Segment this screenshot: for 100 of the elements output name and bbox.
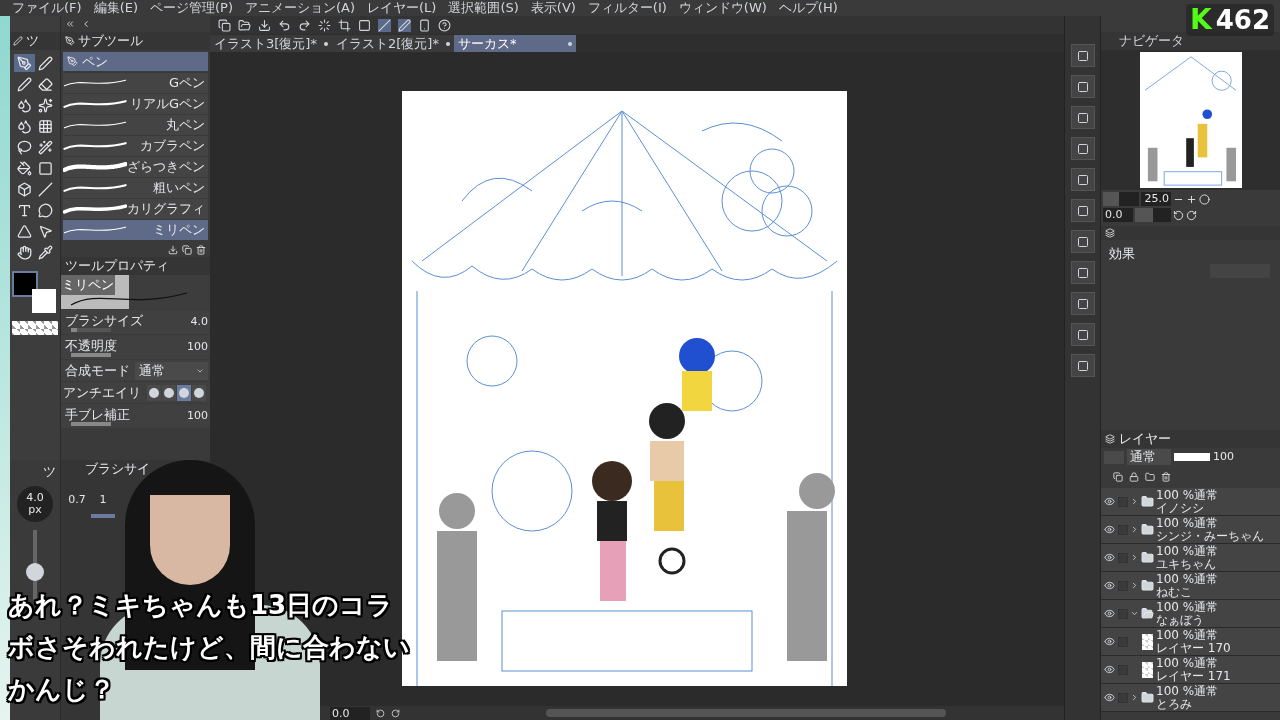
menu-item[interactable]: 表示(V) [530, 0, 576, 16]
document-tab[interactable]: イラスト3[復元]* [210, 35, 332, 52]
property-slider-fill[interactable] [71, 352, 111, 357]
spray-icon[interactable] [17, 97, 32, 113]
zoom-in-icon[interactable] [1186, 193, 1197, 205]
magic-wand-icon[interactable] [38, 139, 53, 155]
subtool-group[interactable]: ペン [63, 52, 208, 71]
pointer-icon[interactable] [38, 223, 53, 239]
square-icon[interactable] [358, 18, 371, 32]
layer-name[interactable]: シンジ・みーちゃん [1156, 529, 1264, 543]
antialias-option[interactable] [162, 384, 176, 401]
layer-name[interactable]: レイヤー 171 [1156, 669, 1231, 683]
cube-icon[interactable] [17, 181, 32, 197]
visibility-icon[interactable] [1104, 608, 1115, 619]
eraser-icon[interactable] [38, 76, 53, 92]
undo-icon[interactable] [278, 18, 291, 32]
blend-mode-dropdown[interactable]: 通常 [1127, 449, 1171, 465]
crop-icon[interactable] [338, 18, 351, 32]
brush-item[interactable]: 粗いペン [63, 178, 208, 198]
speech-bubble-icon[interactable] [38, 202, 53, 218]
menu-item[interactable]: ファイル(F) [12, 0, 82, 16]
menu-item[interactable]: ページ管理(P) [150, 0, 233, 16]
rotate-right-icon[interactable] [1186, 209, 1197, 221]
pen-icon[interactable] [17, 55, 32, 71]
loading-icon[interactable] [318, 18, 331, 32]
expand-caret-icon[interactable] [1130, 581, 1139, 590]
horizontal-scrollbar[interactable] [546, 709, 946, 717]
antialias-option[interactable] [192, 384, 206, 401]
property-value[interactable]: 4.0 [190, 313, 208, 331]
visibility-icon[interactable] [1104, 524, 1115, 535]
zoom-slider-fill[interactable] [1103, 192, 1120, 206]
fit-icon[interactable] [1199, 193, 1210, 205]
layer-name[interactable]: ねむこ [1156, 585, 1219, 599]
open-folder-icon[interactable] [238, 18, 251, 32]
menu-item[interactable]: 選択範囲(S) [448, 0, 519, 16]
back-icon[interactable] [81, 19, 91, 29]
property-slider-fill[interactable] [71, 327, 77, 332]
new-file-icon[interactable] [218, 18, 231, 32]
expand-caret-icon[interactable] [1130, 609, 1139, 618]
layer-name[interactable]: なぁぼう [1156, 613, 1219, 627]
opacity-value[interactable]: 100 [1213, 448, 1234, 466]
layer-icon[interactable] [1113, 472, 1123, 482]
document-tab[interactable]: イラスト2[復元]* [332, 35, 454, 52]
blend-icon[interactable] [17, 118, 32, 134]
main-color-swatch[interactable] [12, 271, 38, 297]
sparkle-icon[interactable] [38, 97, 53, 113]
transparent-color-swatch[interactable] [12, 321, 58, 335]
expand-caret-icon[interactable] [1130, 497, 1139, 506]
size-preset[interactable]: 0.7 [65, 490, 89, 518]
ruler-triangle-icon[interactable] [17, 223, 32, 239]
trash-icon[interactable] [196, 244, 206, 255]
lasso-icon[interactable] [17, 139, 32, 155]
menu-item[interactable]: 編集(E) [93, 0, 138, 16]
layer-name[interactable]: ユキちゃん [1156, 557, 1219, 571]
brush-item[interactable]: カリグラフィ [63, 199, 208, 219]
size-slider-thumb[interactable] [26, 562, 44, 581]
brush-icon[interactable] [17, 76, 32, 92]
property-value[interactable]: 100 [187, 407, 208, 425]
new-folder-icon[interactable] [1145, 472, 1155, 482]
sub-color-swatch[interactable] [32, 289, 56, 313]
visibility-icon[interactable] [1104, 692, 1115, 703]
pencil-icon[interactable] [38, 55, 53, 71]
gradient-icon[interactable] [38, 160, 53, 176]
antialias-option[interactable] [147, 384, 161, 401]
visibility-icon[interactable] [1104, 636, 1115, 647]
panel-title[interactable]: ブラシサイ [85, 459, 150, 479]
rotation-field[interactable]: 0.0 [330, 706, 370, 720]
rotate-right-icon[interactable] [391, 708, 400, 718]
import-icon[interactable] [168, 244, 178, 255]
menu-item[interactable]: ウィンドウ(W) [678, 0, 767, 16]
layers-icon[interactable] [1105, 228, 1115, 238]
layer-name[interactable]: とろみ [1156, 697, 1219, 711]
opacity-slider-fill[interactable] [1174, 453, 1210, 461]
grid-icon[interactable] [38, 118, 53, 134]
menu-item[interactable]: フィルター(I) [587, 0, 667, 16]
text-icon[interactable] [17, 202, 32, 218]
redo-icon[interactable] [298, 18, 311, 32]
document-tab[interactable]: サーカス* [454, 35, 576, 52]
size-preset[interactable]: 1 [91, 490, 115, 518]
lock-icon[interactable] [1129, 472, 1139, 482]
help-icon[interactable] [438, 18, 451, 32]
brush-item[interactable]: リアルGペン [63, 94, 208, 114]
visibility-icon[interactable] [1104, 580, 1115, 591]
expand-caret-icon[interactable] [1130, 693, 1139, 702]
expand-caret-icon[interactable] [1130, 553, 1139, 562]
pen-ruler-icon[interactable] [398, 18, 411, 32]
rotate-left-icon[interactable] [1173, 209, 1184, 221]
rotation-slider-fill[interactable] [1135, 208, 1153, 222]
menu-item[interactable]: ヘルプ(H) [778, 0, 838, 16]
collapse-icon[interactable] [65, 19, 75, 29]
line-icon[interactable] [38, 181, 53, 197]
brush-item[interactable]: ミリペン [63, 220, 208, 240]
layer-name[interactable]: レイヤー 170 [1156, 641, 1231, 655]
brush-item[interactable]: Gペン [63, 73, 208, 93]
ruler-icon[interactable] [378, 18, 391, 32]
brush-item[interactable]: カブラペン [63, 136, 208, 156]
visibility-icon[interactable] [1104, 664, 1115, 675]
property-value[interactable]: 100 [187, 338, 208, 356]
visibility-icon[interactable] [1104, 496, 1115, 507]
phone-icon[interactable] [418, 18, 431, 32]
